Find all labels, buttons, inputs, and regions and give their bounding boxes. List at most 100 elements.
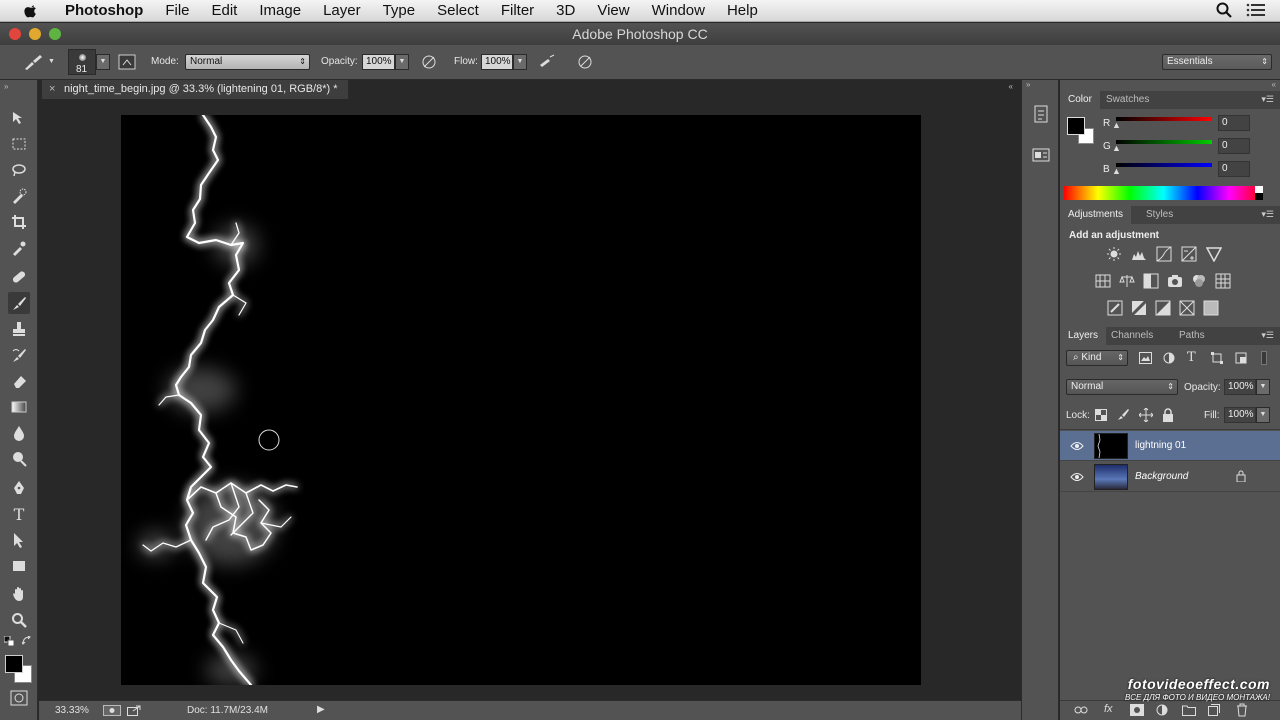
threshold-icon[interactable] (1155, 300, 1171, 316)
green-slider-track[interactable] (1116, 140, 1212, 144)
blur-tool[interactable] (8, 422, 30, 444)
blend-mode-dropdown[interactable]: Normal ⇕ (1066, 379, 1178, 395)
pen-tool[interactable] (8, 477, 30, 499)
menu-file[interactable]: File (154, 0, 200, 22)
lock-image-icon[interactable] (1117, 409, 1129, 421)
lock-position-icon[interactable] (1139, 408, 1153, 422)
tab-layers[interactable]: Layers (1060, 327, 1107, 345)
menu-help[interactable]: Help (716, 0, 769, 22)
vibrance-icon[interactable] (1206, 246, 1222, 262)
menu-window[interactable]: Window (641, 0, 716, 22)
layer-opacity-field[interactable]: 100% (1224, 379, 1256, 395)
tab-swatches[interactable]: Swatches (1098, 91, 1157, 109)
exposure-icon[interactable] (1181, 246, 1197, 262)
history-panel-icon[interactable] (1032, 104, 1050, 124)
default-colors-icon[interactable] (4, 636, 14, 646)
menu-filter[interactable]: Filter (490, 0, 545, 22)
filter-pixel-icon[interactable] (1139, 352, 1152, 364)
opacity-slider-toggle[interactable]: ▼ (395, 54, 409, 70)
healing-brush-tool[interactable] (8, 266, 30, 288)
layer-visibility-eye-icon[interactable] (1070, 440, 1084, 452)
lock-transparent-icon[interactable] (1095, 409, 1107, 421)
brush-picker-chevron[interactable]: ▼ (96, 54, 110, 70)
minimize-window-button[interactable] (29, 28, 41, 40)
airbrush-icon[interactable] (538, 53, 556, 71)
tab-adjustments[interactable]: Adjustments (1060, 206, 1132, 224)
status-view-icon[interactable] (103, 705, 121, 716)
new-layer-icon[interactable] (1208, 704, 1220, 716)
filter-smart-object-icon[interactable] (1235, 352, 1247, 364)
foreground-color-swatch[interactable] (5, 655, 23, 673)
blue-slider-thumb[interactable]: ▲ (1112, 166, 1121, 176)
menu-view[interactable]: View (586, 0, 640, 22)
brush-tool-preset-icon[interactable] (22, 53, 44, 71)
move-tool[interactable] (8, 107, 30, 129)
filter-type-icon[interactable]: T (1187, 350, 1196, 365)
levels-icon[interactable] (1131, 246, 1147, 262)
channel-mixer-icon[interactable] (1191, 273, 1207, 289)
blue-slider-track[interactable] (1116, 163, 1212, 167)
new-group-icon[interactable] (1182, 704, 1196, 716)
menu-app-name[interactable]: Photoshop (54, 0, 154, 22)
menu-layer[interactable]: Layer (312, 0, 372, 22)
layer-fill-field[interactable]: 100% (1224, 407, 1256, 423)
hand-tool[interactable] (8, 583, 30, 605)
menu-image[interactable]: Image (248, 0, 312, 22)
flow-slider-toggle[interactable]: ▼ (513, 54, 527, 70)
filter-shape-icon[interactable] (1211, 352, 1223, 364)
crop-tool[interactable] (8, 211, 30, 233)
red-slider-thumb[interactable]: ▲ (1112, 120, 1121, 130)
blue-value-field[interactable]: 0 (1218, 161, 1250, 177)
layer-row-background[interactable]: Background (1060, 462, 1280, 492)
photo-filter-icon[interactable] (1167, 273, 1183, 289)
panel-menu-icon[interactable]: ▾☰ (1261, 94, 1274, 105)
tab-styles[interactable]: Styles (1138, 206, 1181, 224)
collapse-tools-icon[interactable]: » (4, 82, 8, 91)
gradient-map-icon[interactable] (1179, 300, 1195, 316)
zoom-level[interactable]: 33.33% (55, 705, 89, 716)
expand-dock-icon[interactable]: » (1026, 80, 1030, 89)
document-canvas[interactable] (121, 115, 921, 685)
notification-list-icon[interactable] (1246, 2, 1266, 18)
collapse-panels-icon[interactable]: « (1272, 80, 1276, 89)
red-value-field[interactable]: 0 (1218, 115, 1250, 131)
menu-type[interactable]: Type (372, 0, 427, 22)
collapse-docks-icon[interactable]: « (1009, 82, 1013, 91)
history-brush-tool[interactable] (8, 344, 30, 366)
dodge-tool[interactable] (8, 448, 30, 470)
layer-name-lightning-01[interactable]: lightning 01 (1135, 440, 1186, 451)
brush-panel-toggle-icon[interactable] (118, 53, 136, 71)
apple-icon[interactable] (20, 3, 42, 19)
layers-menu-icon[interactable]: ▾☰ (1261, 330, 1274, 341)
invert-icon[interactable] (1107, 300, 1123, 316)
brightness-contrast-icon[interactable] (1106, 246, 1122, 262)
menu-edit[interactable]: Edit (201, 0, 249, 22)
brush-tool[interactable] (8, 292, 30, 314)
mode-dropdown[interactable]: Normal ⇕ (185, 54, 310, 70)
new-adjustment-layer-icon[interactable] (1156, 704, 1168, 716)
path-selection-tool[interactable] (8, 529, 30, 551)
document-tab[interactable]: × night_time_begin.jpg @ 33.3% (lighteni… (42, 80, 349, 99)
tab-paths[interactable]: Paths (1171, 327, 1213, 345)
color-lookup-icon[interactable] (1215, 273, 1231, 289)
type-tool[interactable]: T (8, 503, 30, 525)
swap-colors-icon[interactable] (22, 636, 32, 646)
layer-name-background[interactable]: Background (1135, 471, 1188, 482)
gradient-tool[interactable] (8, 396, 30, 418)
rectangle-tool[interactable] (8, 555, 30, 577)
background-visibility-eye-icon[interactable] (1070, 471, 1084, 483)
adjustments-menu-icon[interactable]: ▾☰ (1261, 209, 1274, 220)
color-spectrum-bar[interactable] (1064, 186, 1263, 200)
flow-field[interactable]: 100% (481, 54, 513, 70)
layer-opacity-slider-toggle[interactable]: ▼ (1256, 379, 1270, 395)
preset-chevron-icon[interactable]: ▼ (48, 58, 55, 65)
black-white-icon[interactable] (1143, 273, 1159, 289)
quick-selection-tool[interactable] (8, 185, 30, 207)
add-mask-icon[interactable] (1130, 704, 1144, 716)
layer-fill-slider-toggle[interactable]: ▼ (1256, 407, 1270, 423)
menu-select[interactable]: Select (426, 0, 490, 22)
opacity-field[interactable]: 100% (362, 54, 395, 70)
quick-mask-icon[interactable] (10, 690, 28, 706)
properties-panel-icon[interactable] (1032, 146, 1050, 164)
brush-size-picker[interactable]: 81 (68, 49, 96, 75)
